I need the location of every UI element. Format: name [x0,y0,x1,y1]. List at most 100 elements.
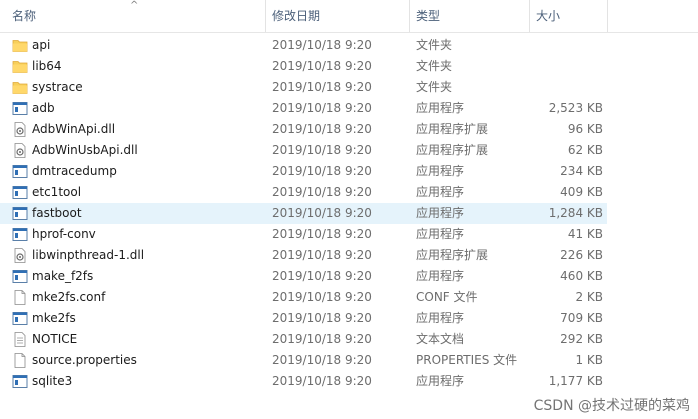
file-type: 应用程序 [416,101,465,115]
file-type: PROPERTIES 文件 [416,353,518,367]
file-name: fastboot [32,206,82,220]
dll-icon [12,143,28,158]
file-size: 1,177 KB [548,374,603,388]
file-row[interactable]: AdbWinUsbApi.dll 2019/10/18 9:20 应用程序扩展 62 … [0,140,607,161]
file-row[interactable]: source.properties 2019/10/18 9:20 PROPERTI… [0,350,607,371]
column-header-date[interactable]: 修改日期 [265,0,409,32]
file-date-modified: 2019/10/18 9:20 [272,80,372,94]
dll-icon [12,122,28,137]
file-size: 1 KB [575,353,603,367]
file-row[interactable]: systrace 2019/10/18 9:20 文件夹 [0,77,607,98]
file-name: sqlite3 [32,374,73,388]
file-size [533,77,603,98]
file-name: systrace [32,80,83,94]
file-date-modified: 2019/10/18 9:20 [272,143,372,157]
file-row[interactable]: mke2fs.conf 2019/10/18 9:20 CONF 文件 2 KB [0,287,607,308]
file-size: 41 KB [567,227,603,241]
file-date-modified: 2019/10/18 9:20 [272,374,372,388]
file-row[interactable]: make_f2fs 2019/10/18 9:20 应用程序 460 KB [0,266,607,287]
file-size: 1,284 KB [548,206,603,220]
file-date-modified: 2019/10/18 9:20 [272,227,372,241]
folder-icon [12,59,28,74]
column-header-bar: 名称 ^ 修改日期 类型 大小 [0,0,698,33]
file-row[interactable]: lib64 2019/10/18 9:20 文件夹 [0,56,607,77]
file-name: lib64 [32,59,62,73]
file-size: 292 KB [560,332,603,346]
folder-icon [12,38,28,53]
application-icon [12,206,28,221]
file-size: 62 KB [567,143,603,157]
file-date-modified: 2019/10/18 9:20 [272,206,372,220]
file-type: 文件夹 [416,59,453,73]
file-size: 709 KB [560,311,603,325]
file-size: 226 KB [560,248,603,262]
file-row[interactable]: NOTICE 2019/10/18 9:20 文本文档 292 KB [0,329,607,350]
file-name: NOTICE [32,332,78,346]
file-type: 应用程序 [416,206,465,220]
file-size: 96 KB [567,122,603,136]
file-type: 应用程序 [416,164,465,178]
file-type: 应用程序扩展 [416,248,489,262]
file-date-modified: 2019/10/18 9:20 [272,353,372,367]
column-divider[interactable] [607,0,608,32]
application-icon [12,101,28,116]
file-name: adb [32,101,55,115]
file-row[interactable]: libwinpthread-1.dll 2019/10/18 9:20 应用程序扩展… [0,245,607,266]
file-name: mke2fs [32,311,76,325]
watermark: CSDN @技术过硬的菜鸡 [533,398,690,414]
application-icon [12,164,28,179]
file-name: dmtracedump [32,164,117,178]
file-date-modified: 2019/10/18 9:20 [272,269,372,283]
file-row[interactable]: fastboot 2019/10/18 9:20 应用程序 1,284 KB [0,203,607,224]
file-date-modified: 2019/10/18 9:20 [272,122,372,136]
file-name: AdbWinApi.dll [32,122,116,136]
file-date-modified: 2019/10/18 9:20 [272,332,372,346]
column-header-size[interactable]: 大小 [529,0,607,32]
file-date-modified: 2019/10/18 9:20 [272,59,372,73]
file-date-modified: 2019/10/18 9:20 [272,101,372,115]
dll-icon [12,248,28,263]
file-date-modified: 2019/10/18 9:20 [272,290,372,304]
file-type: 文件夹 [416,38,453,52]
file-type: CONF 文件 [416,290,478,304]
file-row[interactable]: mke2fs 2019/10/18 9:20 应用程序 709 KB [0,308,607,329]
file-row[interactable]: hprof-conv 2019/10/18 9:20 应用程序 41 KB [0,224,607,245]
file-type: 应用程序扩展 [416,143,489,157]
file-type: 应用程序扩展 [416,122,489,136]
application-icon [12,227,28,242]
application-icon [12,311,28,326]
file-size: 460 KB [560,269,603,283]
file-date-modified: 2019/10/18 9:20 [272,164,372,178]
file-name: make_f2fs [32,269,94,283]
file-name: libwinpthread-1.dll [32,248,145,262]
file-name: hprof-conv [32,227,96,241]
file-type: 文件夹 [416,80,453,94]
file-name: api [32,38,51,52]
application-icon [12,374,28,389]
file-name: AdbWinUsbApi.dll [32,143,138,157]
file-size: 2,523 KB [548,101,603,115]
file-date-modified: 2019/10/18 9:20 [272,248,372,262]
file-row[interactable]: dmtracedump 2019/10/18 9:20 应用程序 234 KB [0,161,607,182]
file-row[interactable]: api 2019/10/18 9:20 文件夹 [0,35,607,56]
file-name: etc1tool [32,185,82,199]
file-icon [12,290,28,305]
file-size: 234 KB [560,164,603,178]
file-date-modified: 2019/10/18 9:20 [272,38,372,52]
file-size [533,35,603,56]
column-header-type[interactable]: 类型 [409,0,529,32]
file-row[interactable]: sqlite3 2019/10/18 9:20 应用程序 1,177 KB [0,371,607,392]
file-name: source.properties [32,353,137,367]
file-row[interactable]: adb 2019/10/18 9:20 应用程序 2,523 KB [0,98,607,119]
sort-ascending-icon: ^ [130,0,139,11]
file-date-modified: 2019/10/18 9:20 [272,185,372,199]
file-size: 2 KB [575,290,603,304]
file-row[interactable]: AdbWinApi.dll 2019/10/18 9:20 应用程序扩展 96 KB [0,119,607,140]
text-file-icon [12,332,28,347]
file-type: 应用程序 [416,311,465,325]
application-icon [12,269,28,284]
file-type: 应用程序 [416,227,465,241]
file-type: 文本文档 [416,332,465,346]
file-type: 应用程序 [416,269,465,283]
file-row[interactable]: etc1tool 2019/10/18 9:20 应用程序 409 KB [0,182,607,203]
